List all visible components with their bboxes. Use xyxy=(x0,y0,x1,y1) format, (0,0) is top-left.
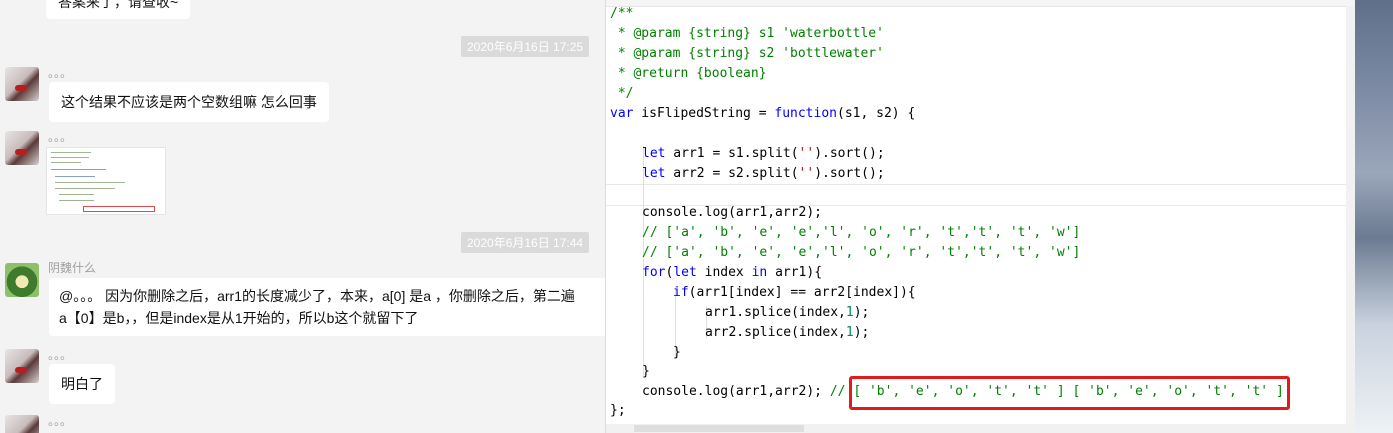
avatar[interactable] xyxy=(5,263,39,297)
keyword: let xyxy=(673,265,697,280)
number: 1 xyxy=(845,325,854,340)
message-text: a【0】是b，，但是index是从1开始的，所以b这个就留下了 xyxy=(59,310,419,326)
code-line: /** xyxy=(610,6,634,21)
timestamp: 2020年6月16日 17:25 xyxy=(461,36,590,57)
code-text: arr2 = s2.split( xyxy=(665,166,799,181)
code-text: arr1){ xyxy=(767,265,823,280)
code-line: let arr1 = s1.split('').sort(); xyxy=(642,144,885,164)
keyword: for xyxy=(642,265,666,280)
code-text: (arr1[index] == arr2[index]){ xyxy=(688,285,916,300)
code-line: * @param {string} s2 'bottlewater' xyxy=(610,46,884,61)
sender-name: 阴魏什么 xyxy=(48,261,97,275)
code-editor-panel[interactable]: /** * @param {string} s1 'waterbottle' *… xyxy=(605,0,1356,433)
sender-name: 。。。 xyxy=(48,348,73,362)
code-text: ); xyxy=(853,325,870,340)
code-text: index xyxy=(696,265,752,280)
code-text: ).sort(); xyxy=(814,166,885,181)
message-bubble[interactable]: 这个结果不应该是两个空数组嘛 怎么回事 xyxy=(49,82,329,122)
code-line: if(arr1[index] == arr2[index]){ xyxy=(673,283,916,303)
message-text: @。。。 因为你删除之后，arr1的长度减少了，本来，a[0] 是a ，你删除之… xyxy=(59,288,575,304)
code-line: * @return {boolean} xyxy=(610,66,767,81)
code-line: } xyxy=(642,364,650,379)
string: '' xyxy=(798,166,815,181)
editor-top-bar xyxy=(606,0,1356,7)
code-line: // ['a', 'b', 'e', 'e','l', 'o', 'r', 't… xyxy=(642,245,1081,260)
keyword: var xyxy=(610,106,634,121)
message-text: 这个结果不应该是两个空数组嘛 怎么回事 xyxy=(61,94,317,110)
chat-panel: 答案来了，请查收~ 2020年6月16日 17:25 。。。 这个结果不应该是两… xyxy=(0,0,605,433)
code-line: */ xyxy=(610,86,634,101)
code-line: console.log(arr1,arr2); xyxy=(642,205,823,220)
code-text: isFlipedString = xyxy=(633,106,775,121)
message-bubble[interactable]: @。。。 因为你删除之后，arr1的长度减少了，本来，a[0] 是a ，你删除之… xyxy=(49,278,605,336)
string: '' xyxy=(798,146,815,161)
avatar[interactable] xyxy=(5,349,39,383)
code-line: arr2.splice(index,1); xyxy=(705,323,869,343)
code-text: ); xyxy=(853,305,870,320)
scrollbar-thumb[interactable] xyxy=(634,425,804,432)
highlight-box xyxy=(849,376,1290,410)
keyword: function xyxy=(774,106,837,121)
message-bubble[interactable]: 明白了 xyxy=(49,364,115,404)
keyword: if xyxy=(673,285,689,300)
avatar[interactable] xyxy=(5,415,39,433)
code-text: console.log(arr1,arr2); xyxy=(642,384,830,399)
keyword: in xyxy=(751,265,768,280)
code-text: ).sort(); xyxy=(814,146,885,161)
avatar[interactable] xyxy=(5,131,39,165)
code-text: arr1 = s1.split( xyxy=(665,146,799,161)
timestamp: 2020年6月16日 17:44 xyxy=(461,232,590,253)
desktop-wallpaper xyxy=(1355,0,1393,433)
image-thumbnail[interactable] xyxy=(46,147,166,215)
code-line: var isFlipedString = function(s1, s2) { xyxy=(610,104,915,124)
code-text: (s1, s2) { xyxy=(837,106,916,121)
code-line: arr1.splice(index,1); xyxy=(705,303,869,323)
code-line: } xyxy=(673,345,681,360)
code-text: arr1.splice(index, xyxy=(705,305,846,320)
message-text: 明白了 xyxy=(61,376,103,392)
sender-name: 。。。 xyxy=(48,130,73,144)
sender-name: 。。。 xyxy=(48,414,73,428)
code-line: let arr2 = s2.split('').sort(); xyxy=(642,164,885,184)
code-line: * @param {string} s1 'waterbottle' xyxy=(610,26,884,41)
sender-name: 。。。 xyxy=(48,66,73,80)
message-text: 答案来了，请查收~ xyxy=(58,0,179,10)
number: 1 xyxy=(845,305,854,320)
code-text: arr2.splice(index, xyxy=(705,325,846,340)
code-line: for(let index in arr1){ xyxy=(642,263,822,283)
avatar[interactable] xyxy=(5,67,39,101)
code-line: }; xyxy=(610,403,626,418)
keyword: let xyxy=(642,146,666,161)
message-bubble-partial: 答案来了，请查收~ xyxy=(46,0,191,19)
code-line: // ['a', 'b', 'e', 'e','l', 'o', 'r', 't… xyxy=(642,225,1081,240)
horizontal-scrollbar[interactable] xyxy=(606,424,1346,433)
keyword: let xyxy=(642,166,666,181)
